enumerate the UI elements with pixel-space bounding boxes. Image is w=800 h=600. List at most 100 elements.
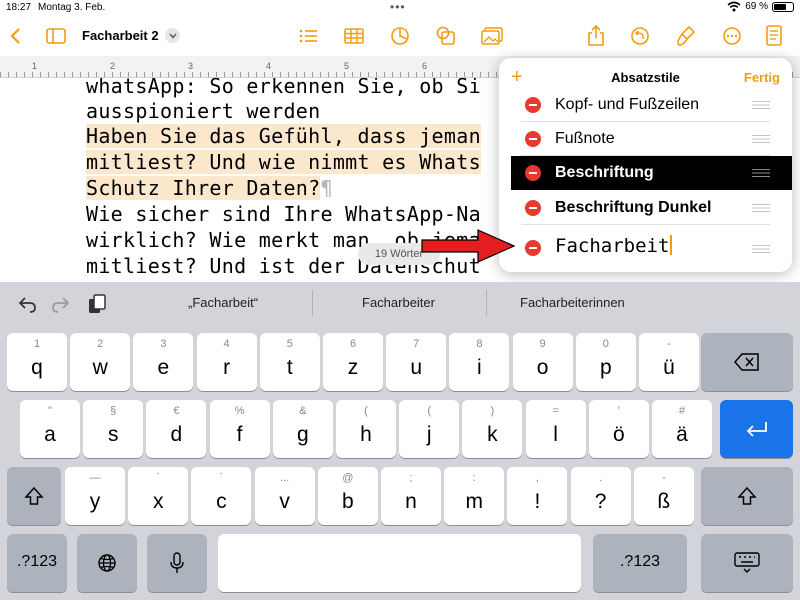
text-line[interactable]: Wie sicher sind Ihre WhatsApp-Na xyxy=(86,202,481,226)
document-icon[interactable] xyxy=(762,24,786,48)
delete-style-icon[interactable] xyxy=(525,131,541,147)
backspace-key[interactable] xyxy=(701,333,793,391)
key-z[interactable]: 6z xyxy=(323,333,383,391)
reorder-grip-icon[interactable] xyxy=(752,101,770,109)
key-primary-label: o xyxy=(536,356,549,379)
clipboard-paste-icon[interactable] xyxy=(86,293,108,315)
suggestion-item[interactable]: „Facharbeit“ xyxy=(188,295,258,310)
key-w[interactable]: 2w xyxy=(70,333,131,391)
style-row-selected[interactable]: Beschriftung xyxy=(511,156,792,190)
shapes-icon[interactable] xyxy=(434,24,458,48)
return-key[interactable] xyxy=(720,400,793,458)
key-primary-label: n xyxy=(405,490,417,513)
style-name: Fußnote xyxy=(555,130,615,147)
key-secondary-label: 0 xyxy=(602,338,609,350)
more-icon[interactable] xyxy=(720,24,744,48)
list-icon[interactable] xyxy=(296,24,320,48)
key-a[interactable]: " a xyxy=(20,400,80,458)
key-e[interactable]: 3e xyxy=(133,333,194,391)
style-row[interactable]: Fußnote xyxy=(499,122,792,156)
key-primary-label: ! xyxy=(534,490,541,513)
key-primary-label: q xyxy=(31,356,43,379)
key-f[interactable]: % f xyxy=(209,400,270,458)
key-m[interactable]: :m xyxy=(444,467,505,525)
multitasking-dots-icon[interactable]: ••• xyxy=(390,0,406,14)
key-primary-label: p xyxy=(599,356,612,379)
table-icon[interactable] xyxy=(342,24,366,48)
media-icon[interactable] xyxy=(480,24,504,48)
style-row[interactable]: Kopf- und Fußzeilen xyxy=(499,88,792,122)
key-t[interactable]: 5t xyxy=(259,333,320,391)
text-line-content: Wie sicher sind Ihre WhatsApp-Na xyxy=(86,202,481,226)
key-ö[interactable]: ' ö xyxy=(588,400,649,458)
key-q[interactable]: 1q xyxy=(7,333,67,391)
style-name-input[interactable]: Facharbeit xyxy=(555,235,673,257)
delete-style-icon[interactable] xyxy=(525,165,541,181)
key-n[interactable]: ; n xyxy=(381,467,441,525)
document-title[interactable]: Facharbeit 2 xyxy=(82,28,159,43)
key-ß[interactable]: -ß xyxy=(633,467,694,525)
chart-icon[interactable] xyxy=(388,24,412,48)
style-row[interactable]: Beschriftung Dunkel xyxy=(499,191,792,225)
key-b[interactable]: @ b xyxy=(317,467,378,525)
reorder-grip-icon[interactable] xyxy=(752,135,770,143)
undo-history-icon[interactable] xyxy=(628,24,652,48)
key-i[interactable]: 8i xyxy=(449,333,510,391)
suggestion-divider xyxy=(486,290,487,316)
key-r[interactable]: 4r xyxy=(196,333,257,391)
numbers-key-left[interactable]: .?123 xyxy=(7,534,67,592)
key-?[interactable]: .? xyxy=(570,467,631,525)
key-ä[interactable]: # ä xyxy=(652,400,712,458)
sidebar-icon[interactable] xyxy=(44,24,68,48)
text-line[interactable]: ausspioniert werden xyxy=(86,99,320,123)
numbers-key-right[interactable]: .?123 xyxy=(593,534,687,592)
text-line[interactable]: mitliest? Und wie nimmt es Whats xyxy=(86,150,481,174)
key-primary-label: i xyxy=(477,356,482,379)
key-primary-label: h xyxy=(360,423,372,446)
key-h[interactable]: (h xyxy=(336,400,396,458)
style-row-editing[interactable]: Facharbeit xyxy=(499,229,792,269)
shift-key-left[interactable] xyxy=(7,467,61,525)
text-line[interactable]: whatsApp: So erkennen Sie, ob Si xyxy=(86,78,481,98)
key-v[interactable]: ... v xyxy=(254,467,315,525)
redo-icon[interactable] xyxy=(50,293,72,315)
text-line[interactable]: Schutz Ihrer Daten?¶ xyxy=(86,176,333,200)
microphone-icon xyxy=(147,534,207,592)
key-secondary-label: : xyxy=(472,472,476,484)
key-l[interactable]: = l xyxy=(525,400,586,458)
key-d[interactable]: € d xyxy=(146,400,207,458)
key-ü[interactable]: -ü xyxy=(639,333,699,391)
key-u[interactable]: 7u xyxy=(386,333,447,391)
globe-key[interactable] xyxy=(77,534,137,592)
undo-icon[interactable] xyxy=(16,293,38,315)
text-line[interactable]: Haben Sie das Gefühl, dass jeman xyxy=(86,124,481,148)
key-o[interactable]: 9o xyxy=(512,333,573,391)
dismiss-keyboard-key[interactable] xyxy=(701,534,793,592)
key-g[interactable]: & g xyxy=(272,400,333,458)
share-icon[interactable] xyxy=(584,24,608,48)
done-button[interactable]: Fertig xyxy=(744,70,780,85)
key-c[interactable]: ´ c xyxy=(191,467,252,525)
key-![interactable]: ,! xyxy=(507,467,568,525)
key-x[interactable]: ` x xyxy=(128,467,189,525)
dictation-key[interactable] xyxy=(147,534,207,592)
suggestion-item[interactable]: Facharbeiter xyxy=(362,295,435,310)
reorder-grip-icon[interactable] xyxy=(752,245,770,253)
format-brush-icon[interactable] xyxy=(674,24,698,48)
reorder-grip-icon[interactable] xyxy=(752,169,770,177)
delete-style-icon[interactable] xyxy=(525,240,541,256)
key-y[interactable]: — y xyxy=(65,467,125,525)
toolbar: Facharbeit 2 xyxy=(0,16,800,56)
key-s[interactable]: § s xyxy=(83,400,144,458)
shift-key-right[interactable] xyxy=(701,467,793,525)
suggestion-item[interactable]: Facharbeiterinnen xyxy=(520,295,625,310)
back-chevron-icon[interactable] xyxy=(4,24,28,48)
key-j[interactable]: (j xyxy=(399,400,460,458)
delete-style-icon[interactable] xyxy=(525,97,541,113)
title-chevron-down-icon[interactable] xyxy=(165,28,180,43)
delete-style-icon[interactable] xyxy=(525,200,541,216)
key-p[interactable]: 0p xyxy=(575,333,636,391)
key-k[interactable]: ) k xyxy=(462,400,523,458)
reorder-grip-icon[interactable] xyxy=(752,204,770,212)
space-bar[interactable] xyxy=(218,534,581,592)
